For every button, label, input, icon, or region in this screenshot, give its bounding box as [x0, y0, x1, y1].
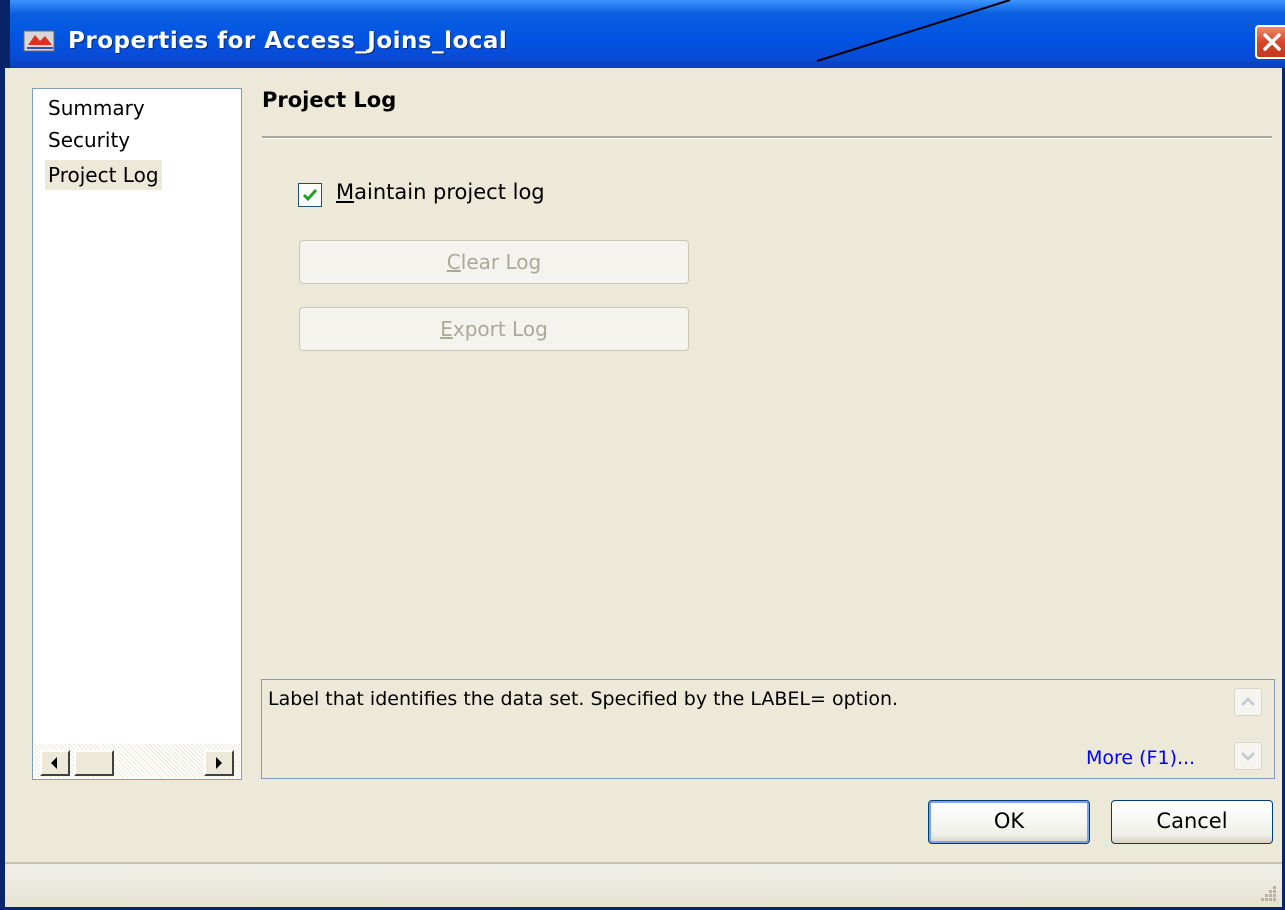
horizontal-scrollbar[interactable] — [34, 744, 240, 778]
checkmark-icon — [302, 189, 318, 202]
export-log-button[interactable]: Export Log — [299, 307, 689, 351]
description-scroll-up-button[interactable] — [1234, 688, 1262, 716]
category-list[interactable]: Summary Security Project Log — [32, 88, 242, 780]
heading-divider — [262, 136, 1272, 139]
description-text: Label that identifies the data set. Spec… — [268, 688, 899, 710]
more-help-link[interactable]: More (F1)... — [1086, 747, 1195, 769]
properties-dialog: Properties for Access_Joins_local Summar… — [0, 0, 1285, 910]
resize-grip-icon[interactable] — [1258, 883, 1278, 903]
ok-button[interactable]: OK — [928, 800, 1090, 844]
clear-log-button[interactable]: Clear Log — [299, 240, 689, 284]
maintain-log-checkbox[interactable] — [298, 183, 322, 207]
scroll-right-button[interactable] — [204, 750, 234, 776]
annotation-line — [816, 0, 1011, 62]
arrow-left-icon — [51, 757, 57, 769]
description-scroll-down-button[interactable] — [1234, 742, 1262, 770]
chevron-up-icon — [1241, 697, 1255, 706]
nav-item-summary[interactable]: Summary — [45, 93, 148, 123]
status-bar — [5, 862, 1282, 907]
chevron-down-icon — [1241, 752, 1255, 761]
maintain-log-label[interactable]: Maintain project log — [336, 180, 545, 204]
cancel-button[interactable]: Cancel — [1111, 800, 1273, 844]
scrollbar-thumb[interactable] — [74, 750, 114, 776]
page-title: Project Log — [262, 88, 397, 112]
nav-item-security[interactable]: Security — [45, 125, 133, 155]
arrow-right-icon — [216, 757, 222, 769]
description-panel: Label that identifies the data set. Spec… — [261, 679, 1275, 779]
nav-item-project-log[interactable]: Project Log — [45, 160, 162, 190]
scroll-left-button[interactable] — [40, 750, 70, 776]
